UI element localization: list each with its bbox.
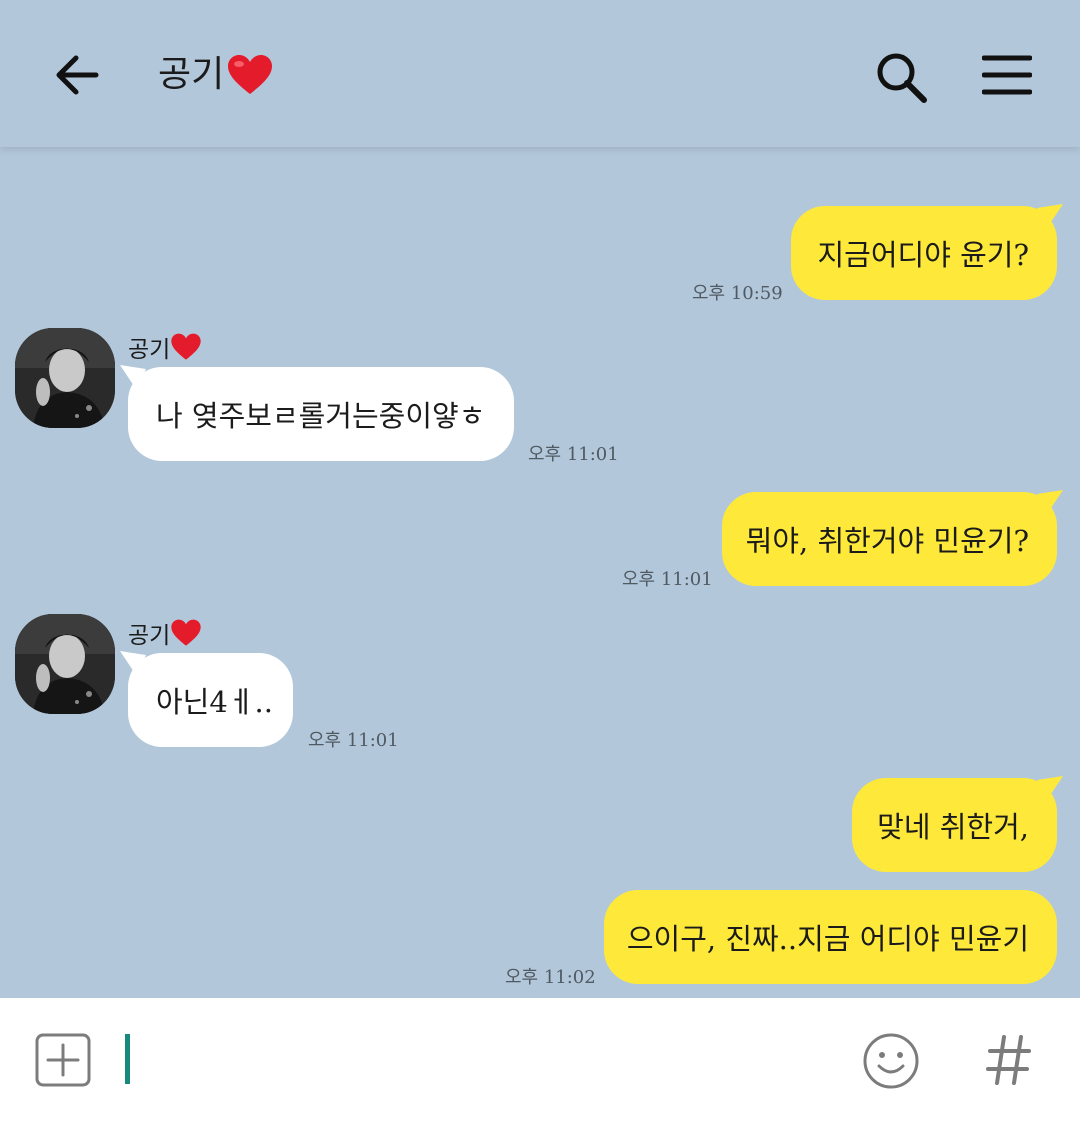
avatar[interactable] (15, 614, 115, 714)
message-text: 지금어디야 윤기? (817, 238, 1029, 272)
chat-title: 공기 (158, 52, 274, 98)
plus-box-icon[interactable] (35, 1033, 91, 1087)
avatar-image (15, 328, 115, 428)
message-text: 아닌4ㅔ.. (156, 685, 273, 719)
chat-header: 공기 (0, 0, 1080, 147)
text-cursor (125, 1034, 130, 1084)
message-input[interactable] (135, 1028, 835, 1090)
heart-icon (171, 619, 201, 646)
my-message-bubble[interactable]: 맞네 취한거, (852, 776, 1063, 872)
sender-name-text: 공기 (128, 337, 171, 363)
message-time: 오후 11:01 (308, 730, 399, 751)
message-text: 나 옂주보ㄹ롤거는중이얗ㅎ (156, 399, 486, 433)
message-text: 으이구, 진짜..지금 어디야 민윤기 (626, 922, 1029, 956)
my-message-bubble[interactable]: 지금어디야 윤기? (791, 204, 1063, 300)
bubble-tail (120, 651, 146, 675)
hashtag-icon[interactable] (986, 1034, 1032, 1086)
my-message-bubble[interactable]: 뭐야, 취한거야 민윤기? (722, 490, 1063, 586)
my-message-bubble[interactable]: 으이구, 진짜..지금 어디야 민윤기 (604, 890, 1057, 984)
search-icon[interactable] (874, 50, 928, 104)
message-time: 오후 11:01 (622, 569, 713, 590)
message-time: 오후 10:59 (692, 283, 783, 304)
emoji-icon[interactable] (862, 1032, 920, 1090)
sender-name: 공기 (128, 330, 202, 364)
sender-name: 공기 (128, 616, 202, 650)
bubble-tail (1037, 776, 1063, 800)
other-message-bubble[interactable]: 아닌4ㅔ.. (120, 651, 293, 747)
message-input-bar (0, 998, 1080, 1121)
chat-title-text: 공기 (158, 54, 225, 95)
avatar[interactable] (15, 328, 115, 428)
heart-icon (228, 55, 273, 94)
avatar-image (15, 614, 115, 714)
menu-icon[interactable] (982, 54, 1032, 96)
message-time: 오후 11:01 (528, 444, 619, 465)
heart-icon (171, 333, 201, 360)
sender-name-text: 공기 (128, 623, 171, 649)
bubble-tail (1037, 490, 1063, 514)
message-text: 맞네 취한거, (877, 810, 1029, 844)
bubble-tail (120, 365, 146, 389)
back-arrow-icon[interactable] (52, 50, 102, 100)
message-time: 오후 11:02 (505, 967, 596, 988)
message-text: 뭐야, 취한거야 민윤기? (745, 524, 1029, 558)
other-message-bubble[interactable]: 나 옂주보ㄹ롤거는중이얗ㅎ (120, 365, 514, 461)
bubble-tail (1037, 204, 1063, 228)
